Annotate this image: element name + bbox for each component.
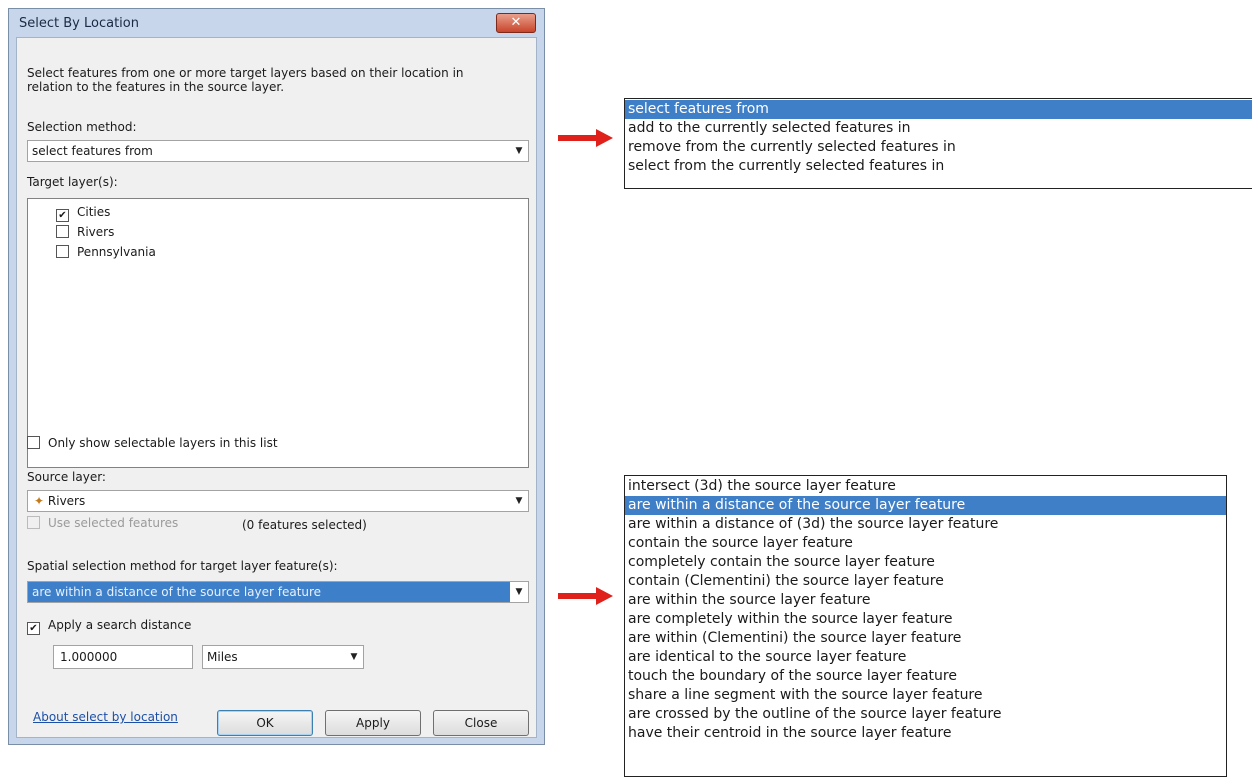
- close-icon[interactable]: ✕: [496, 13, 536, 33]
- target-layer-item[interactable]: Rivers: [56, 225, 114, 239]
- dropdown-option[interactable]: contain the source layer feature: [625, 534, 1226, 553]
- source-layer-combo[interactable]: ✦ Rivers ▼: [27, 490, 529, 512]
- dialog-description: Select features from one or more target …: [27, 66, 464, 94]
- selection-method-combo[interactable]: select features from ▼: [27, 140, 529, 162]
- target-layer-item[interactable]: Pennsylvania: [56, 245, 156, 259]
- features-selected-count: (0 features selected): [242, 518, 367, 532]
- only-selectable-option[interactable]: Only show selectable layers in this list: [27, 436, 278, 450]
- source-layer-value: Rivers: [47, 494, 86, 508]
- dialog-title: Select By Location: [19, 16, 139, 31]
- dropdown-option[interactable]: share a line segment with the source lay…: [625, 686, 1226, 705]
- distance-units-combo[interactable]: Miles ▼: [202, 645, 364, 669]
- search-distance-input[interactable]: 1.000000: [53, 645, 193, 669]
- dropdown-option[interactable]: touch the boundary of the source layer f…: [625, 667, 1226, 686]
- dropdown-option[interactable]: contain (Clementini) the source layer fe…: [625, 572, 1226, 591]
- distance-units-value: Miles: [207, 650, 238, 664]
- selection-method-dropdown[interactable]: select features from add to the currentl…: [624, 98, 1252, 189]
- chevron-down-icon[interactable]: ▼: [510, 141, 528, 161]
- spatial-method-label: Spatial selection method for target laye…: [27, 559, 338, 573]
- dropdown-option[interactable]: select features from: [625, 100, 1252, 119]
- title-bar[interactable]: Select By Location ✕: [9, 9, 544, 37]
- target-layer-item[interactable]: ✔ Cities: [56, 205, 110, 222]
- target-layer-name: Cities: [77, 205, 111, 219]
- dropdown-option[interactable]: are crossed by the outline of the source…: [625, 705, 1226, 724]
- dropdown-option[interactable]: completely contain the source layer feat…: [625, 553, 1226, 572]
- target-layer-name: Pennsylvania: [77, 245, 156, 259]
- arrow-right-icon: [558, 129, 613, 147]
- checkbox[interactable]: [56, 225, 69, 238]
- dropdown-option[interactable]: are identical to the source layer featur…: [625, 648, 1226, 667]
- ok-button[interactable]: OK: [217, 710, 313, 736]
- source-layer-value-wrap: ✦ Rivers: [34, 494, 85, 508]
- dialog-body: Select features from one or more target …: [16, 37, 537, 738]
- spatial-method-dropdown[interactable]: intersect (3d) the source layer feature …: [624, 475, 1227, 777]
- spatial-method-value: are within a distance of the source laye…: [32, 585, 322, 599]
- dropdown-option[interactable]: are within a distance of the source laye…: [625, 496, 1226, 515]
- dropdown-option[interactable]: add to the currently selected features i…: [625, 119, 1252, 138]
- chevron-down-icon[interactable]: ▼: [510, 582, 528, 602]
- about-link[interactable]: About select by location: [33, 710, 178, 724]
- apply-search-distance-checkbox[interactable]: ✔: [27, 622, 40, 635]
- dropdown-option[interactable]: are completely within the source layer f…: [625, 610, 1226, 629]
- polyline-layer-icon: ✦: [34, 494, 45, 508]
- dropdown-option[interactable]: are within (Clementini) the source layer…: [625, 629, 1226, 648]
- selection-method-value: select features from: [32, 144, 153, 158]
- checkbox-checked[interactable]: ✔: [56, 209, 69, 222]
- dropdown-option[interactable]: remove from the currently selected featu…: [625, 138, 1252, 157]
- apply-search-distance-option[interactable]: ✔ Apply a search distance: [27, 618, 191, 635]
- use-selected-option[interactable]: Use selected features: [27, 516, 178, 530]
- dropdown-option[interactable]: are within a distance of (3d) the source…: [625, 515, 1226, 534]
- dropdown-option[interactable]: intersect (3d) the source layer feature: [625, 477, 1226, 496]
- use-selected-checkbox[interactable]: [27, 516, 40, 529]
- close-button[interactable]: Close: [433, 710, 529, 736]
- source-layer-label: Source layer:: [27, 470, 106, 484]
- target-layer-name: Rivers: [77, 225, 115, 239]
- dropdown-option[interactable]: have their centroid in the source layer …: [625, 724, 1226, 743]
- select-by-location-dialog: Select By Location ✕ Select features fro…: [8, 8, 545, 745]
- dropdown-option[interactable]: are within the source layer feature: [625, 591, 1226, 610]
- arrow-right-icon: [558, 587, 613, 605]
- use-selected-label: Use selected features: [48, 516, 179, 530]
- target-layers-label: Target layer(s):: [27, 175, 118, 189]
- apply-search-distance-label: Apply a search distance: [48, 618, 192, 632]
- only-selectable-label: Only show selectable layers in this list: [48, 436, 278, 450]
- chevron-down-icon[interactable]: ▼: [510, 491, 528, 511]
- spatial-method-combo[interactable]: are within a distance of the source laye…: [27, 581, 529, 603]
- dropdown-option[interactable]: select from the currently selected featu…: [625, 157, 1252, 176]
- only-selectable-checkbox[interactable]: [27, 436, 40, 449]
- checkbox[interactable]: [56, 245, 69, 258]
- chevron-down-icon[interactable]: ▼: [345, 646, 363, 668]
- apply-button[interactable]: Apply: [325, 710, 421, 736]
- selection-method-label: Selection method:: [27, 120, 137, 134]
- target-layers-list[interactable]: ✔ Cities Rivers Pennsylvania: [27, 198, 529, 468]
